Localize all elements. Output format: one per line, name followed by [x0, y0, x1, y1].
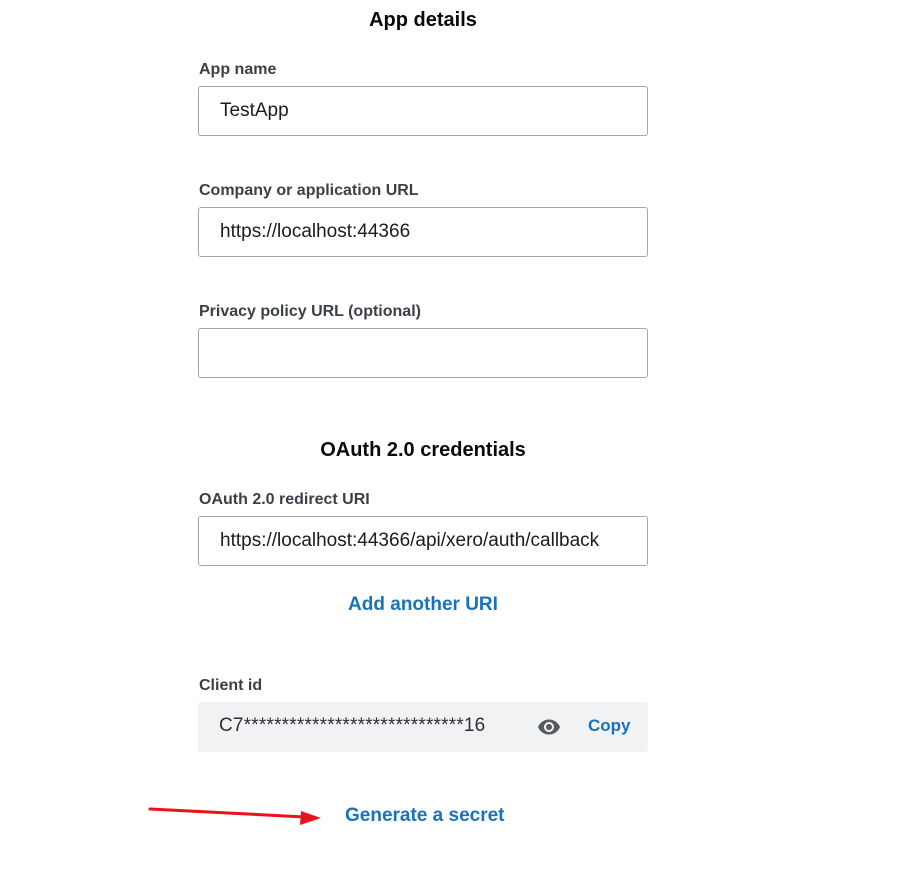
- oauth-credentials-heading: OAuth 2.0 credentials: [320, 439, 526, 461]
- privacy-url-label: Privacy policy URL (optional): [199, 303, 421, 320]
- redirect-uri-input[interactable]: [198, 516, 648, 566]
- eye-icon: [538, 719, 560, 735]
- client-id-label: Client id: [199, 677, 263, 694]
- privacy-url-input[interactable]: [198, 328, 648, 378]
- copy-client-id-button[interactable]: Copy: [588, 716, 631, 736]
- arrow-shaft: [148, 807, 307, 819]
- arrow-head: [300, 811, 321, 825]
- show-client-id-button[interactable]: [536, 715, 562, 739]
- red-arrow-annotation: [148, 807, 321, 825]
- company-url-input[interactable]: [198, 207, 648, 257]
- client-id-value: C7*****************************16: [219, 715, 486, 736]
- app-name-label: App name: [199, 61, 277, 78]
- app-name-input[interactable]: [198, 86, 648, 136]
- redirect-uri-label: OAuth 2.0 redirect URI: [199, 491, 370, 508]
- app-details-heading: App details: [369, 9, 477, 31]
- generate-secret-button[interactable]: Generate a secret: [345, 805, 505, 827]
- add-another-uri-button[interactable]: Add another URI: [198, 594, 648, 616]
- client-id-field: C7*****************************16 Copy: [198, 702, 648, 752]
- company-url-label: Company or application URL: [199, 182, 419, 199]
